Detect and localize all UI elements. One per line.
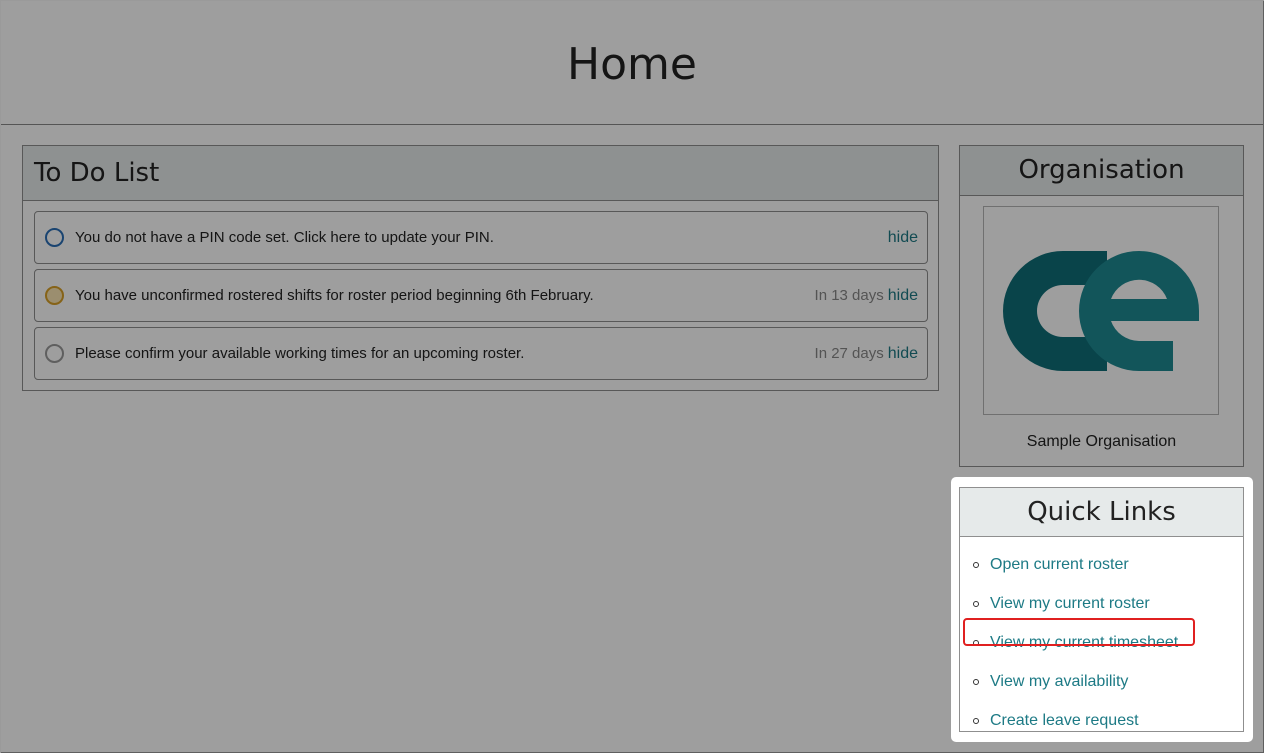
quick-links-panel: Quick Links Open current roster View my … xyxy=(959,487,1244,732)
todo-item-availability[interactable]: Please confirm your available working ti… xyxy=(34,327,928,380)
organisation-panel: Organisation Sample Organisation xyxy=(959,145,1244,467)
page-title: Home xyxy=(567,39,697,90)
todo-item-due: In 13 days xyxy=(814,287,884,304)
quick-link-view-availability[interactable]: View my availability xyxy=(960,662,1243,701)
bullet-icon xyxy=(973,717,979,724)
quick-link-label[interactable]: View my availability xyxy=(990,673,1128,691)
quick-link-open-current-roster[interactable]: Open current roster xyxy=(960,546,1243,585)
organisation-panel-title: Organisation xyxy=(960,146,1243,196)
hide-link[interactable]: hide xyxy=(888,229,918,247)
page: Home To Do List You do not have a PIN co… xyxy=(0,0,1264,753)
todo-item-text[interactable]: Please confirm your available working ti… xyxy=(75,345,815,362)
organisation-logo xyxy=(983,206,1219,415)
todo-panel-title: To Do List xyxy=(23,146,938,201)
todo-item-due: In 27 days xyxy=(814,345,884,362)
ce-logo-icon xyxy=(1003,250,1199,371)
quick-link-label[interactable]: View my current roster xyxy=(990,595,1150,613)
bullet-icon xyxy=(973,562,979,569)
bullet-icon xyxy=(973,678,979,685)
quick-link-label[interactable]: Open current roster xyxy=(990,556,1129,574)
quick-link-create-leave-request[interactable]: Create leave request xyxy=(960,701,1243,740)
todo-panel: To Do List You do not have a PIN code se… xyxy=(22,145,939,391)
todo-item-pin[interactable]: You do not have a PIN code set. Click he… xyxy=(34,211,928,264)
quick-links-title: Quick Links xyxy=(960,488,1243,537)
status-circle-icon xyxy=(45,228,64,247)
hide-link[interactable]: hide xyxy=(888,287,918,305)
highlight-box xyxy=(963,618,1195,646)
hide-link[interactable]: hide xyxy=(888,345,918,363)
todo-item-text[interactable]: You have unconfirmed rostered shifts for… xyxy=(75,287,815,304)
status-circle-icon xyxy=(45,286,64,305)
page-header: Home xyxy=(1,1,1263,125)
quick-links-spotlight: Quick Links Open current roster View my … xyxy=(951,477,1253,742)
quick-link-label[interactable]: Create leave request xyxy=(990,712,1139,730)
todo-item-text[interactable]: You do not have a PIN code set. Click he… xyxy=(75,229,884,246)
organisation-name: Sample Organisation xyxy=(1026,433,1177,450)
status-circle-icon xyxy=(45,344,64,363)
todo-item-roster-shifts[interactable]: You have unconfirmed rostered shifts for… xyxy=(34,269,928,322)
bullet-icon xyxy=(973,601,979,608)
